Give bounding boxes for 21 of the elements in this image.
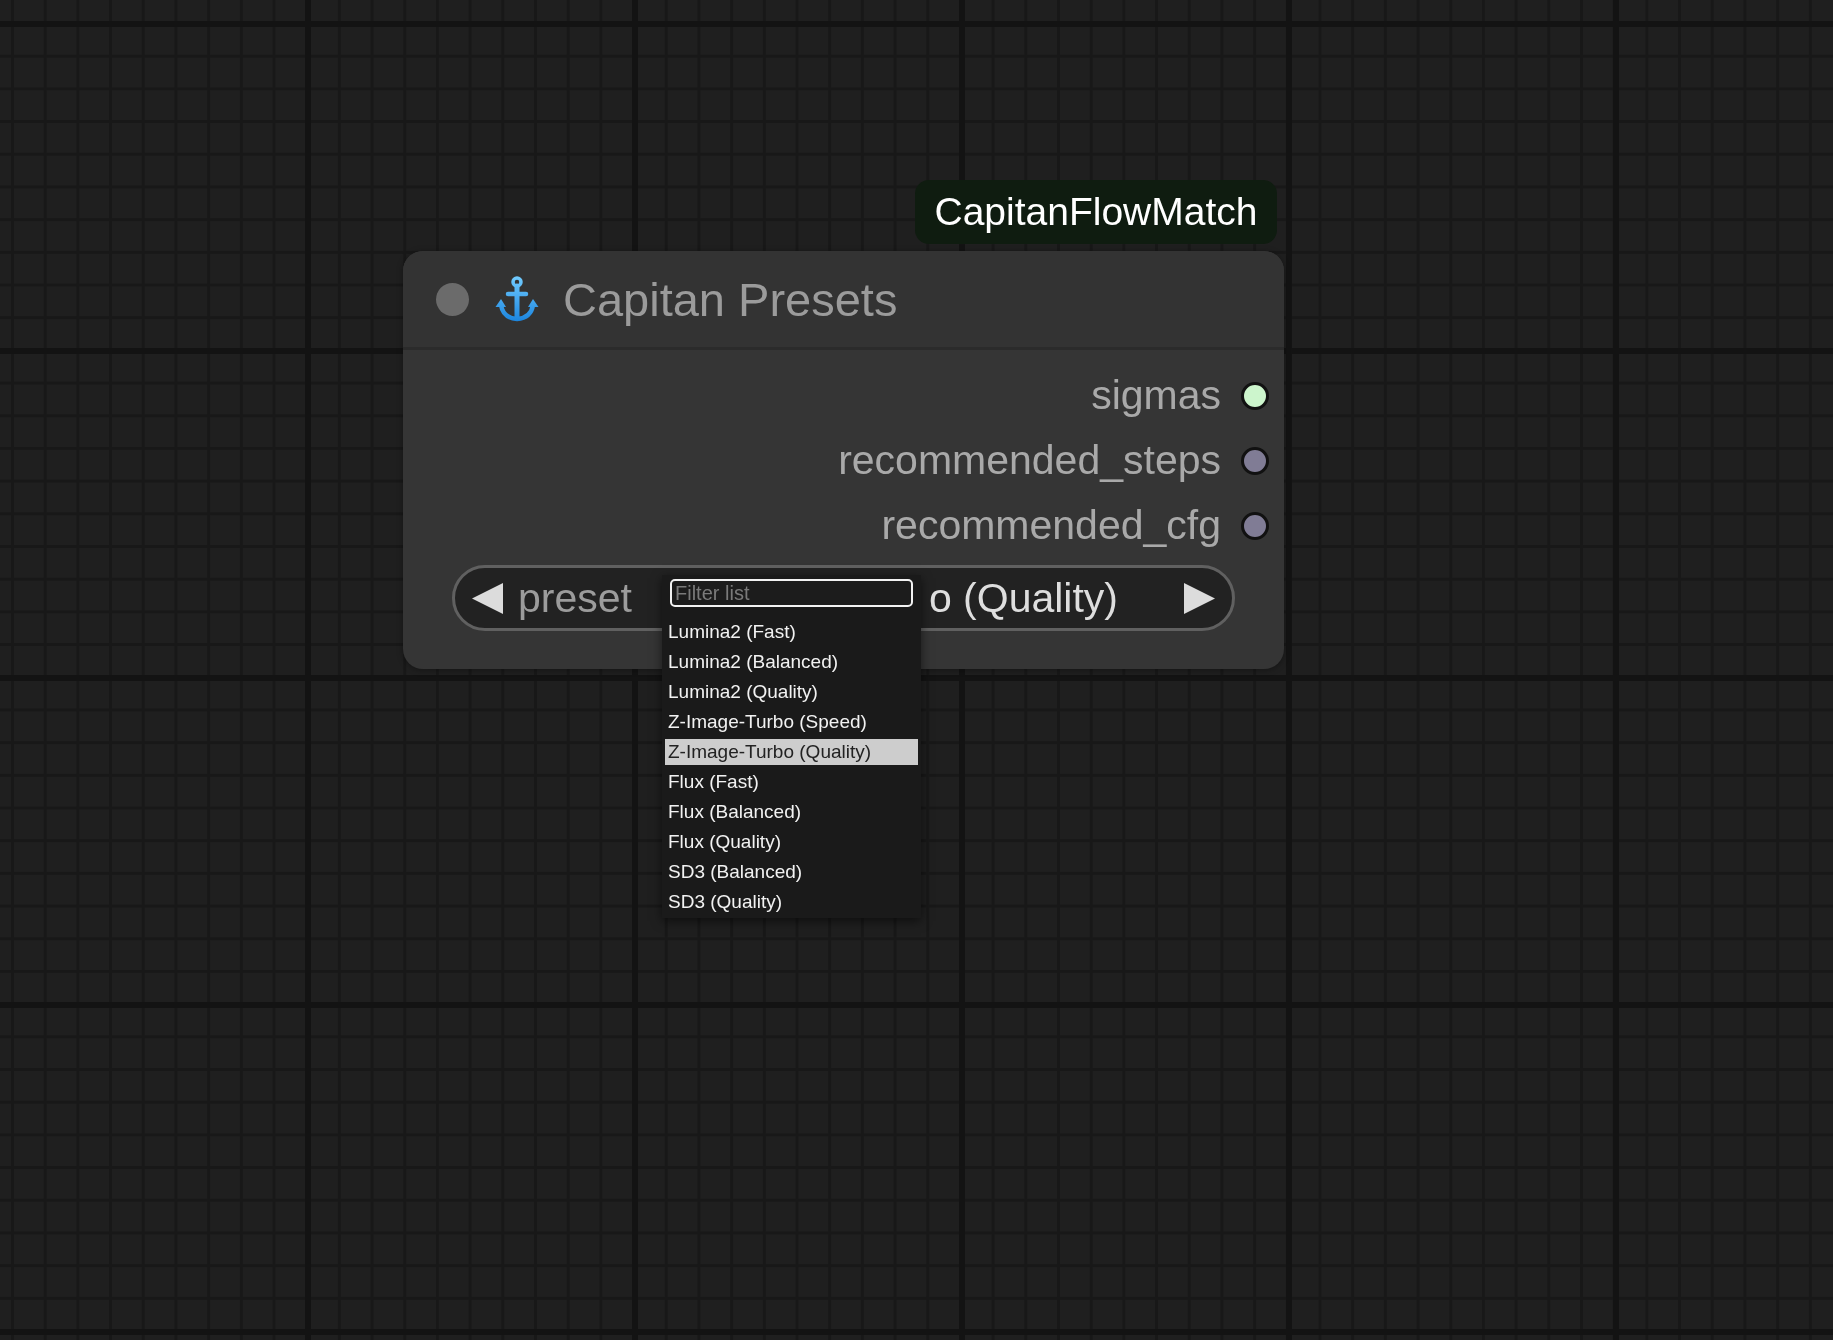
menu-item[interactable]: Z-Image-Turbo (Speed) [665, 709, 918, 735]
output-slot-icon[interactable] [1241, 381, 1269, 410]
menu-item[interactable]: Lumina2 (Balanced) [665, 649, 918, 675]
left-arrow-icon[interactable] [472, 582, 503, 614]
menu-item[interactable]: Flux (Balanced) [665, 799, 918, 825]
output-label: sigmas [1091, 375, 1221, 416]
anchor-icon [495, 276, 539, 322]
menu-item[interactable]: Flux (Quality) [665, 829, 918, 855]
menu-item[interactable]: Flux (Fast) [665, 769, 918, 795]
combo-value: o (Quality) [928, 577, 1118, 619]
menu-item[interactable]: Lumina2 (Quality) [665, 679, 918, 705]
menu-item[interactable]: SD3 (Balanced) [665, 859, 918, 885]
right-arrow-icon[interactable] [1184, 582, 1215, 614]
combo-label: preset [518, 577, 632, 619]
collapse-dot-icon[interactable] [436, 282, 469, 316]
node-source-badge: CapitanFlowMatch [915, 180, 1277, 244]
menu-item[interactable]: Z-Image-Turbo (Quality) [665, 739, 918, 765]
menu-item[interactable]: SD3 (Quality) [665, 889, 918, 915]
filter-field[interactable]: Filter list [670, 579, 913, 607]
output-label: recommended_steps [838, 440, 1221, 481]
output-label: recommended_cfg [881, 505, 1221, 546]
